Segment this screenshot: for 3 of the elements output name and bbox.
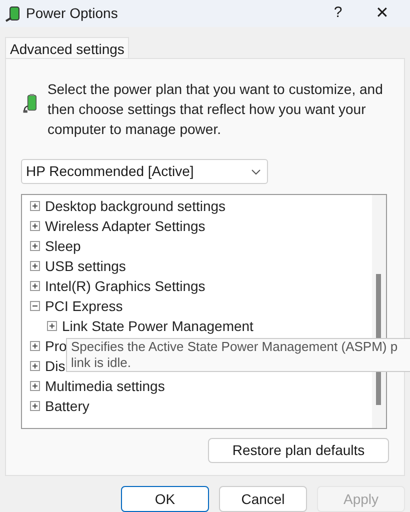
intro-text: Select the power plan that you want to customize, and then choose settings that reflect how you want your computer to manage power.: [47, 80, 384, 139]
tooltip: Specifies the Active State Power Management (ASPM) p link is idle.: [66, 338, 410, 372]
window-title: Power Options: [26, 4, 118, 23]
